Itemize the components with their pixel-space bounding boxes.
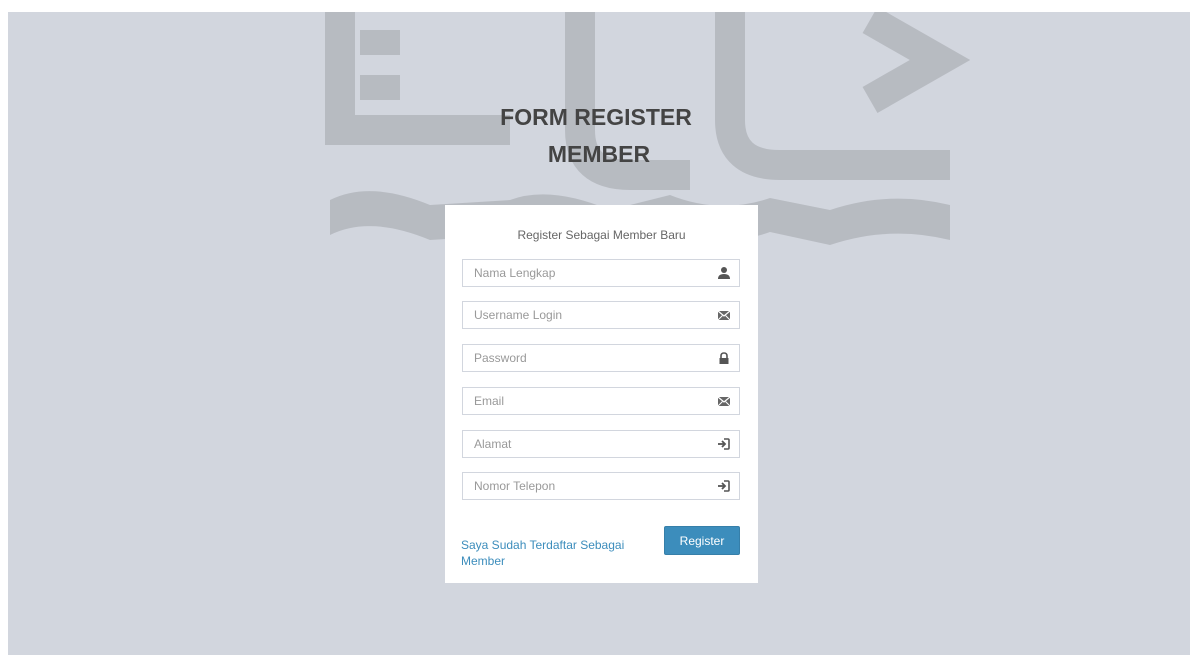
log-in-icon <box>718 438 730 450</box>
address-field <box>462 430 740 458</box>
full-name-input[interactable] <box>463 260 719 286</box>
phone-number-input[interactable] <box>463 473 719 499</box>
page-background: FORM REGISTER MEMBER Register Sebagai Me… <box>8 12 1190 655</box>
log-in-icon <box>718 480 730 492</box>
lock-icon <box>719 352 729 364</box>
password-input[interactable] <box>463 345 719 371</box>
email-input[interactable] <box>463 388 719 414</box>
register-button[interactable]: Register <box>664 526 740 555</box>
envelope-icon <box>717 396 731 407</box>
already-registered-link[interactable]: Saya Sudah Terdaftar Sebagai Member <box>461 537 631 569</box>
page-title-line-1: FORM REGISTER <box>500 104 692 130</box>
address-input[interactable] <box>463 431 719 457</box>
password-field <box>462 344 740 372</box>
register-box-message: Register Sebagai Member Baru <box>517 228 686 242</box>
register-box: Register Sebagai Member Baru Nama Lengka… <box>445 205 758 583</box>
page-title: FORM REGISTER MEMBER <box>8 99 1190 173</box>
phone-number-field <box>462 472 740 500</box>
full-name-field <box>462 259 740 287</box>
username-field <box>462 301 740 329</box>
username-input[interactable] <box>463 302 719 328</box>
user-icon <box>718 267 730 279</box>
envelope-icon <box>717 310 731 321</box>
page-title-line-2: MEMBER <box>547 141 651 167</box>
email-field <box>462 387 740 415</box>
